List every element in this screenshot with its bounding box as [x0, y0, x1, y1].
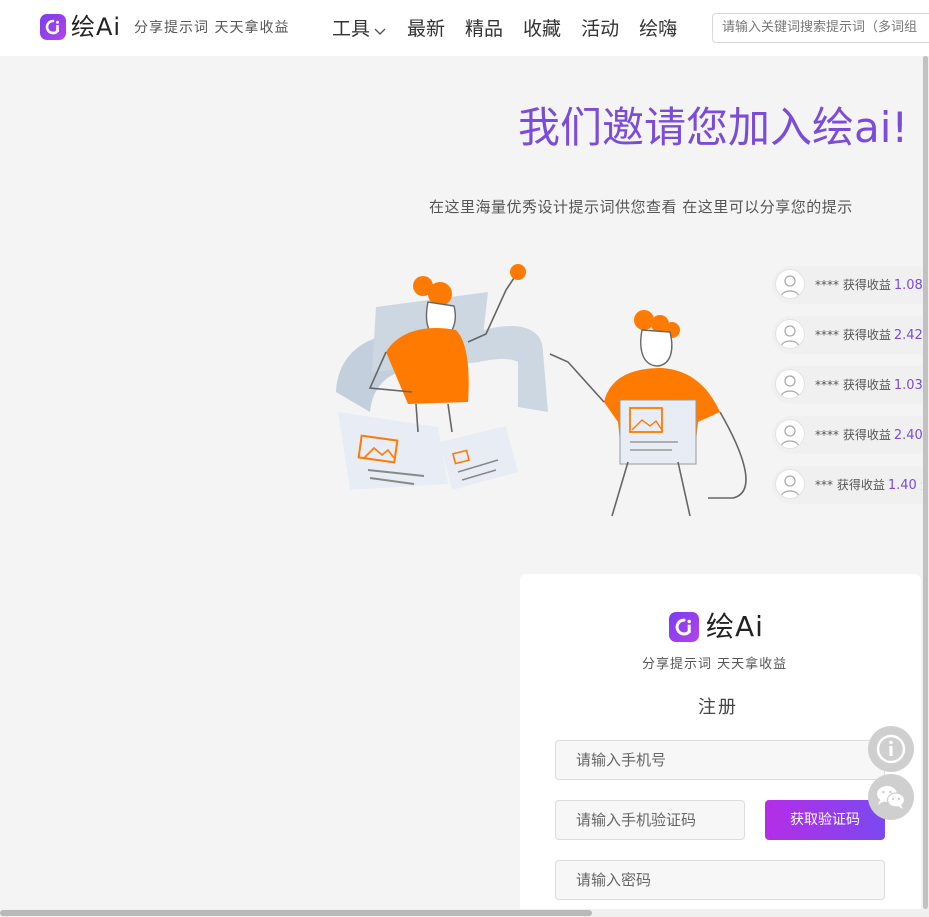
earning-user: ****: [815, 278, 839, 292]
nav-item-favorites[interactable]: 收藏: [523, 15, 561, 43]
hero-subtitle: 在这里海量优秀设计提示词供您查看 在这里可以分享您的提示: [429, 198, 853, 216]
earning-text: **** 获得收益 2.40: [815, 426, 923, 445]
earning-label: 获得收益: [842, 378, 891, 392]
vertical-scrollbar[interactable]: [922, 56, 929, 909]
earning-label: 获得收益: [836, 478, 885, 492]
list-item: **** 获得收益 2.42: [772, 316, 929, 354]
hero-title: 我们邀请您加入绘ai!: [518, 103, 909, 152]
chevron-down-icon: [373, 16, 387, 44]
earning-user: ****: [815, 378, 839, 392]
nav-item-huihai[interactable]: 绘嗨: [639, 15, 677, 43]
list-item: **** 获得收益 1.03: [772, 366, 929, 404]
site-slogan: 分享提示词 天天拿收益: [134, 20, 290, 36]
avatar-icon: [775, 269, 805, 299]
earning-label: 获得收益: [842, 278, 891, 292]
earnings-feed: **** 获得收益 1.08 **** 获得收益 2.42 **** 获得收益 1.0…: [772, 266, 929, 516]
info-icon: [876, 734, 906, 764]
main-nav: 工具 最新 精品 收藏 活动 绘嗨: [332, 15, 697, 43]
earning-text: **** 获得收益 1.08: [815, 276, 923, 295]
earning-amount: 2.42: [893, 328, 923, 343]
earning-text: **** 获得收益 2.42: [815, 326, 923, 345]
get-code-button[interactable]: 获取验证码: [765, 800, 885, 840]
sms-code-input[interactable]: 请输入手机验证码: [555, 800, 745, 840]
list-item: **** 获得收益 2.40: [772, 416, 929, 454]
earning-amount: 1.03: [893, 378, 923, 393]
wechat-button[interactable]: [868, 774, 914, 820]
earning-label: 获得收益: [842, 428, 891, 442]
earning-user: ****: [815, 328, 839, 342]
avatar-icon: [775, 419, 805, 449]
vertical-scrollbar-thumb[interactable]: [923, 56, 928, 909]
phone-input[interactable]: 请输入手机号: [555, 740, 885, 780]
nav-item-premium[interactable]: 精品: [465, 15, 503, 43]
nav-item-tools[interactable]: 工具: [332, 15, 387, 43]
card-logo-text: 绘Ai: [706, 610, 764, 643]
ai-logo-icon: [669, 612, 699, 642]
nav-item-events[interactable]: 活动: [581, 15, 619, 43]
nav-item-label: 工具: [332, 18, 371, 40]
register-heading: 注册: [698, 697, 738, 718]
register-card: 绘Ai 分享提示词 天天拿收益 注册 请输入手机号 请输入手机验证码 获取验证码…: [520, 574, 921, 917]
horizontal-scrollbar[interactable]: [0, 909, 929, 917]
ai-logo-icon[interactable]: [40, 14, 66, 40]
horizontal-scrollbar-thumb[interactable]: [0, 910, 592, 916]
info-button[interactable]: [868, 726, 914, 772]
list-item: *** 获得收益1.40 元: [772, 466, 929, 504]
site-logo-text[interactable]: 绘Ai: [71, 10, 121, 44]
earning-label: 获得收益: [842, 328, 891, 342]
wechat-icon: [877, 786, 906, 809]
top-header: 绘Ai 分享提示词 天天拿收益 工具 最新 精品 收藏 活动 绘嗨 请输入关键词…: [0, 0, 929, 56]
list-item: **** 获得收益 1.08: [772, 266, 929, 304]
earning-user: ***: [815, 478, 833, 492]
password-input[interactable]: 请输入密码: [555, 860, 885, 900]
earning-text: **** 获得收益 1.03: [815, 376, 923, 395]
card-slogan: 分享提示词 天天拿收益: [642, 657, 788, 672]
avatar-icon: [775, 369, 805, 399]
earning-text: *** 获得收益1.40 元: [815, 476, 929, 495]
avatar-icon: [775, 319, 805, 349]
earning-amount: 2.40: [893, 428, 923, 443]
earning-amount: 1.08: [893, 278, 923, 293]
search-input[interactable]: 请输入关键词搜索提示词（多词组: [712, 13, 929, 43]
avatar-icon: [775, 469, 805, 499]
team-illustration: [336, 264, 747, 517]
earning-user: ****: [815, 428, 839, 442]
nav-item-latest[interactable]: 最新: [407, 15, 445, 43]
